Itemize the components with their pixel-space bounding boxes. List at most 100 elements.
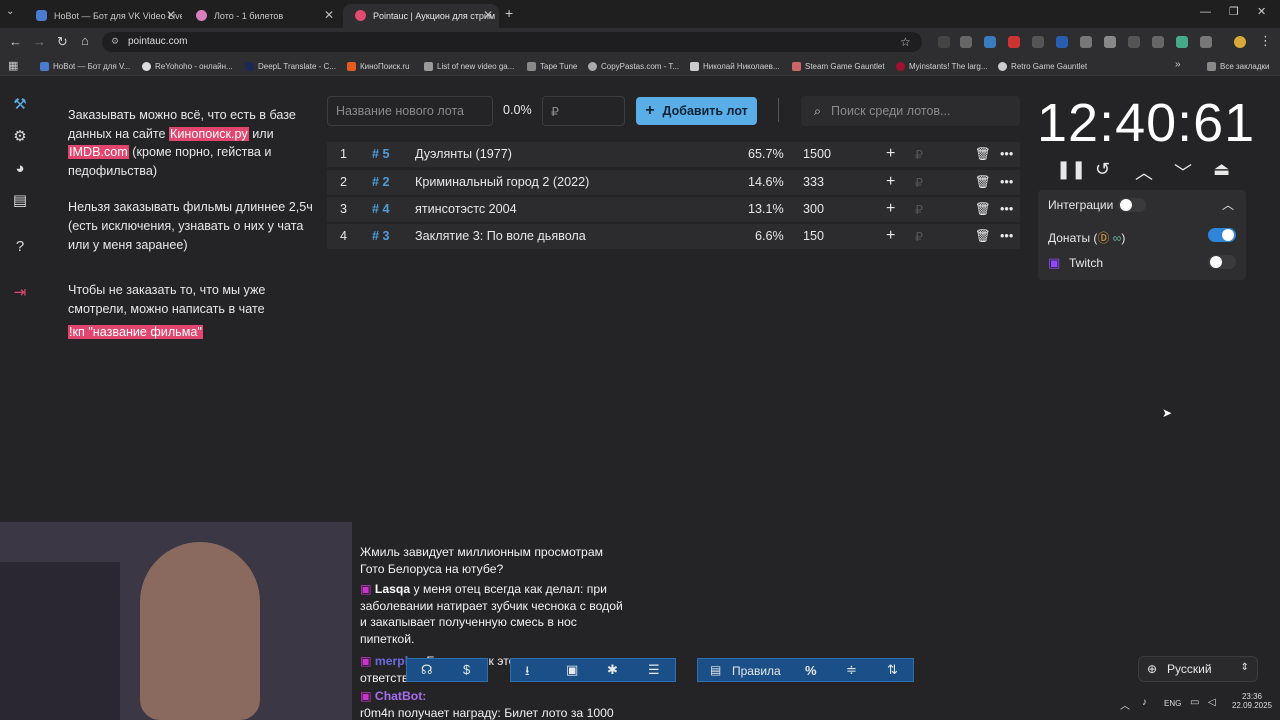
input-language[interactable]: ENG [1164,699,1181,708]
lot-name[interactable]: Криминальный город 2 (2022) [415,175,589,189]
more-bookmarks-icon[interactable]: » [1175,59,1181,70]
add-amount-icon[interactable]: + [886,227,895,245]
apps-grid-icon[interactable]: ▦ [8,59,18,72]
close-icon[interactable]: ✕ [166,8,176,22]
bookmark-item[interactable]: Steam Game Gauntlet [792,56,885,76]
reset-icon[interactable]: ↺ [1095,159,1110,180]
trash-icon[interactable]: 🗑 [975,202,991,217]
bookmark-item[interactable]: Retro Game Gauntlet [998,56,1087,76]
forward-icon[interactable]: → [33,34,46,49]
tray-expand-icon[interactable]: ︿ [1120,697,1130,712]
volume-icon[interactable]: ◁ [1208,697,1216,708]
lot-search-input[interactable]: ⌕ Поиск среди лотов... [801,96,1020,126]
lot-row[interactable]: 1 # 5 Дуэлянты (1977) 65.7% 1500 + ₽ 🗑 •… [327,142,1020,167]
ruble-icon[interactable]: ₽ [915,202,923,217]
bookmark-item[interactable]: List of new video ga... [424,56,514,76]
logout-icon[interactable]: ⇥ [10,283,30,303]
new-tab-icon[interactable]: + [505,5,513,21]
new-lot-name-input[interactable]: Название нового лота [327,96,493,126]
eject-icon[interactable]: ⏏ [1213,159,1230,180]
extension-icon[interactable] [960,36,972,48]
add-amount-icon[interactable]: + [886,173,895,191]
extension-icon[interactable] [1152,36,1164,48]
compress-icon[interactable]: ≑ [846,662,857,678]
bookmark-item[interactable]: КиноПоиск.ru [347,56,410,76]
chevron-up-icon[interactable]: ︿ [1222,196,1234,213]
wheel-pie-icon[interactable]: ◕ [10,159,30,179]
clear-list-icon[interactable]: ☰ [648,662,660,678]
bookmark-item[interactable]: Николай Николаев... [690,56,780,76]
more-icon[interactable]: ••• [1000,202,1013,216]
ruble-icon[interactable]: ₽ [915,147,923,162]
imdb-link[interactable]: IMDB.com [68,145,129,160]
save-icon[interactable]: ▣ [566,662,578,678]
percent-button[interactable]: % [805,663,817,678]
more-icon[interactable]: ••• [1000,147,1013,161]
lot-name[interactable]: Заклятие 3: По воле дьявола [415,229,586,243]
extension-icon[interactable] [1056,36,1068,48]
close-icon[interactable]: ✕ [324,8,334,22]
bookmark-item[interactable]: HoBot — Бот для V... [40,56,130,76]
twitch-toggle[interactable] [1208,255,1236,269]
chevron-down-icon[interactable]: ﹀ [1174,159,1192,185]
lot-row[interactable]: 4 # 3 Заклятие 3: По воле дьявола 6.6% 1… [327,224,1020,249]
all-bookmarks[interactable]: Все закладки [1207,56,1269,76]
menu-dots-icon[interactable]: ⋮ [1259,33,1272,49]
address-bar[interactable]: ⚙ pointauc.com ☆ [102,32,922,52]
trash-icon[interactable]: 🗑 [975,175,991,190]
more-icon[interactable]: ••• [1000,229,1013,243]
sort-icon[interactable]: ⇅ [887,662,898,678]
add-amount-icon[interactable]: + [886,200,895,218]
star-icon[interactable]: ☆ [900,35,911,49]
extension-icon[interactable] [1176,36,1188,48]
tab-pointauc[interactable]: Pointauc | Аукцион для стрим ✕ [343,4,499,28]
headphones-icon[interactable]: ☊ [421,662,433,678]
extension-icon[interactable] [1080,36,1092,48]
lot-row[interactable]: 3 # 4 ятинсотэстс 2004 13.1% 300 + ₽ 🗑 •… [327,197,1020,222]
minimize-icon[interactable]: — [1200,6,1211,18]
bug-icon[interactable]: ✱ [607,662,618,678]
clipboard-icon[interactable]: ▤ [10,191,30,211]
reload-icon[interactable]: ↻ [57,34,68,50]
lot-name[interactable]: Дуэлянты (1977) [415,147,512,161]
integrations-toggle[interactable] [1118,198,1146,212]
new-lot-amount-input[interactable]: ₽ [542,96,625,126]
tab-loto[interactable]: Лото - 1 билетов ✕ [184,4,340,28]
close-icon[interactable]: ✕ [483,8,493,22]
mic-icon[interactable]: ♪ [1142,697,1147,708]
bookmark-item[interactable]: Tape Tune [527,56,577,76]
lot-name[interactable]: ятинсотэстс 2004 [415,202,517,216]
more-icon[interactable]: ••• [1000,175,1013,189]
bookmark-item[interactable]: CopyPastas.com - T... [588,56,679,76]
donations-toggle[interactable] [1208,228,1236,242]
extension-icon[interactable] [1032,36,1044,48]
back-icon[interactable]: ← [9,34,22,49]
bookmark-item[interactable]: ReYohoho - онлайн... [142,56,233,76]
profile-avatar[interactable] [1234,36,1246,48]
rules-button[interactable]: Правила [732,664,781,678]
download-icon[interactable]: ⭳ [525,662,530,684]
window-close-icon[interactable]: ✕ [1257,5,1266,18]
extension-icon[interactable] [1104,36,1116,48]
language-select[interactable]: ⊕ Русский ⇕ [1138,656,1258,682]
auction-gavel-icon[interactable]: ⚒ [10,95,30,115]
site-info-icon[interactable]: ⚙ [111,36,119,47]
extension-icon[interactable] [1008,36,1020,48]
bookmark-item[interactable]: DeepL Translate - С... [245,56,336,76]
help-icon[interactable]: ? [10,237,30,257]
home-icon[interactable]: ⌂ [81,33,89,48]
add-lot-button[interactable]: + Добавить лот [636,97,757,125]
trash-icon[interactable]: 🗑 [975,147,991,162]
tab-search-icon[interactable]: ⌄ [6,6,14,17]
extensions-puzzle-icon[interactable] [1200,36,1212,48]
network-icon[interactable]: ▭ [1190,697,1199,708]
extension-icon[interactable] [938,36,950,48]
add-amount-icon[interactable]: + [886,145,895,163]
dollar-icon[interactable]: $ [463,662,470,677]
restore-icon[interactable]: ❐ [1229,5,1239,18]
extension-icon[interactable] [1128,36,1140,48]
trash-icon[interactable]: 🗑 [975,229,991,244]
pause-icon[interactable]: ❚❚ [1056,159,1086,180]
ruble-icon[interactable]: ₽ [915,175,923,190]
bookmark-item[interactable]: Myinstants! The larg... [896,56,988,76]
